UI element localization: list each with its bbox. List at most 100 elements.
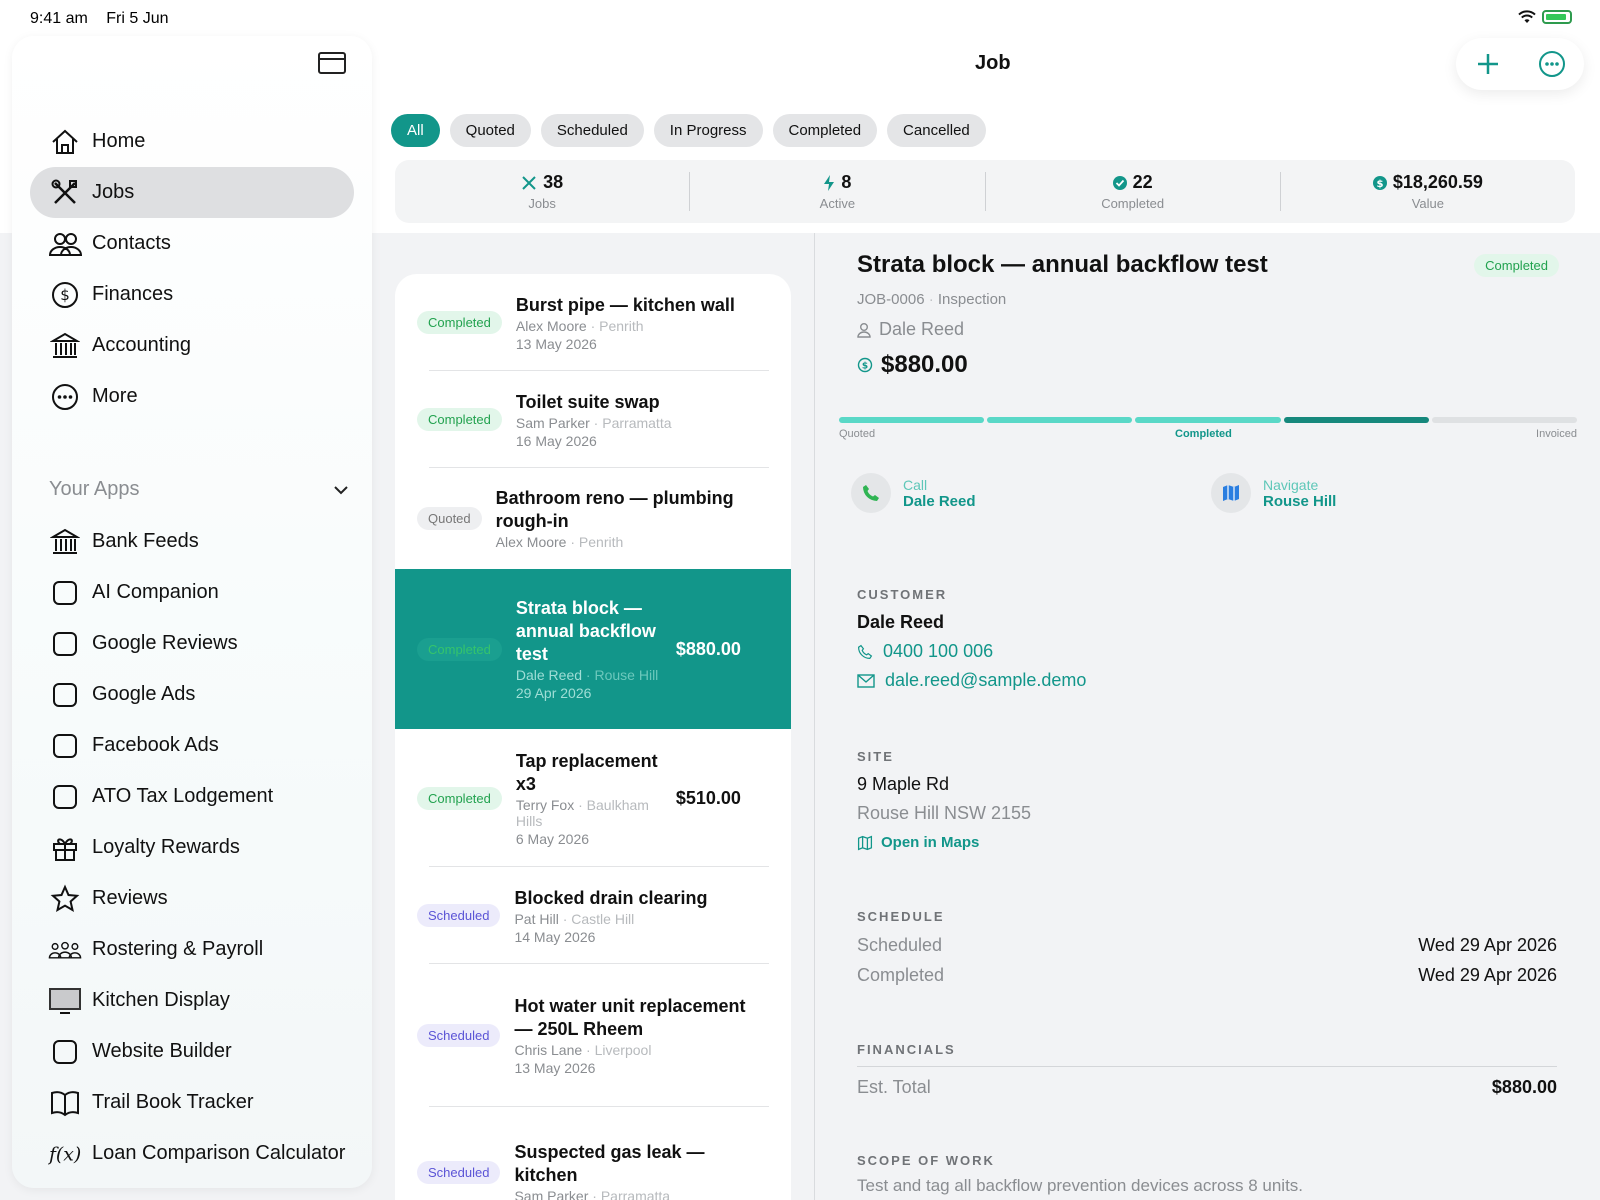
square-icon (48, 576, 82, 610)
sidebar-toggle-icon[interactable] (318, 52, 346, 74)
sidebar-app-rostering-payroll[interactable]: Rostering & Payroll (30, 924, 354, 975)
job-info: Strata block — annual backflow test Dale … (516, 597, 666, 701)
dollar-icon: $ (48, 278, 82, 312)
navigate-label: Navigate (1263, 476, 1319, 493)
sidebar: Home Jobs Contacts $ Finances Accounting… (12, 36, 372, 1188)
sidebar-app-reviews[interactable]: Reviews (30, 873, 354, 924)
scope-text: Test and tag all backflow prevention dev… (857, 1176, 1304, 1195)
job-title: Strata block — annual backflow test (515, 598, 656, 664)
site-section: SITE 9 Maple Rd Rouse Hill NSW 2155 Open… (857, 749, 1557, 851)
job-title: Bathroom reno — plumbing rough-in (495, 488, 734, 531)
job-row[interactable]: Scheduled Blocked drain clearing Pat Hill … (395, 867, 791, 964)
sidebar-app-bank-feeds[interactable]: Bank Feeds (30, 516, 354, 567)
sidebar-item-contacts[interactable]: Contacts (30, 218, 354, 269)
your-apps-header[interactable]: Your Apps (49, 478, 349, 501)
tools-icon (522, 175, 536, 190)
shield-icon (48, 1188, 82, 1189)
call-button[interactable]: Call Dale Reed (851, 473, 1211, 513)
sidebar-item-accounting[interactable]: Accounting (30, 320, 354, 371)
customer-phone-link[interactable]: 0400 100 006 (857, 641, 1557, 662)
job-person: Terry Fox (515, 796, 575, 813)
job-row[interactable]: Completed Toilet suite swap Sam Parker · P… (395, 371, 791, 468)
open-in-maps-link[interactable]: Open in Maps (857, 834, 1557, 851)
phone-icon (857, 644, 873, 659)
sidebar-app-ato-tax-lodgement[interactable]: ATO Tax Lodgement (30, 771, 354, 822)
add-icon[interactable] (1475, 51, 1501, 77)
sidebar-nav: Home Jobs Contacts $ Finances Accounting… (30, 116, 354, 422)
sidebar-item-more[interactable]: More (30, 371, 354, 422)
filter-chip-completed[interactable]: Completed (772, 114, 878, 147)
sidebar-app-facebook-ads[interactable]: Facebook Ads (30, 720, 354, 771)
stat-jobs: 38 Jobs (395, 172, 691, 211)
sidebar-item-home[interactable]: Home (30, 116, 354, 167)
customer-email: dale.reed@sample.demo (885, 670, 1087, 690)
job-title: Burst pipe — kitchen wall (515, 294, 735, 315)
sidebar-app-kitchen-display[interactable]: Kitchen Display (30, 975, 354, 1026)
sidebar-app-loyalty-rewards[interactable]: Loyalty Rewards (30, 822, 354, 873)
customer-email-link[interactable]: dale.reed@sample.demo (857, 670, 1557, 691)
chevron-down-icon (334, 485, 348, 494)
sidebar-item-jobs[interactable]: Jobs (30, 167, 354, 218)
sidebar-item-label: Home (92, 130, 146, 152)
job-person: Alex Moore (495, 534, 567, 550)
check-icon (1112, 175, 1127, 190)
filter-chip-cancelled[interactable]: Cancelled (887, 114, 986, 147)
sidebar-item-label: Contacts (92, 232, 171, 254)
sidebar-item-finances[interactable]: $ Finances (30, 269, 354, 320)
job-meta: JOB-0006 · Inspection (857, 291, 1007, 308)
job-row[interactable]: Completed Burst pipe — kitchen wall Alex M… (395, 274, 791, 371)
more-options-icon[interactable] (1538, 50, 1566, 78)
job-subtitle: Alex Moore · Penrith (495, 534, 624, 550)
sidebar-app-trail-book-tracker[interactable]: Trail Book Tracker (30, 1077, 354, 1128)
progress-segment (987, 417, 1133, 423)
status-badge: Completed (417, 786, 502, 810)
people-icon (48, 933, 82, 967)
filter-chip-in-progress[interactable]: In Progress (653, 114, 763, 147)
sidebar-app-website-builder[interactable]: Website Builder (30, 1026, 354, 1077)
person-name: Dale Reed (879, 319, 965, 339)
navigate-button[interactable]: Navigate Rouse Hill (1211, 473, 1571, 513)
filter-chip-all[interactable]: All (391, 114, 440, 147)
job-progress (839, 417, 1578, 423)
financials-section: FINANCIALS Est. Total $880.00 (857, 1042, 1557, 1102)
sidebar-app-google-ads[interactable]: Google Ads (30, 669, 354, 720)
job-location: Parramatta (600, 1187, 671, 1200)
job-row[interactable]: Scheduled Hot water unit replacement — 25… (395, 964, 791, 1107)
svg-text:$: $ (862, 362, 868, 372)
scope-section: SCOPE OF WORK Test and tag all backflow … (857, 1153, 1557, 1196)
pane-divider (814, 233, 815, 1200)
customer-name: Dale Reed (857, 612, 945, 632)
job-row[interactable]: Completed Tap replacement x3 Terry Fox · B… (395, 729, 791, 867)
sidebar-item-label: Google Ads (92, 683, 196, 705)
person-icon (857, 322, 871, 338)
job-info: Blocked drain clearing Pat Hill · Castle … (514, 887, 764, 945)
filter-chip-scheduled[interactable]: Scheduled (540, 114, 644, 147)
job-title: Hot water unit replacement — 250L Rheem (514, 996, 746, 1039)
stat-active: 8 Active (690, 172, 986, 211)
job-list: Completed Burst pipe — kitchen wall Alex M… (395, 274, 791, 1200)
sidebar-app-ai-companion[interactable]: AI Companion (30, 567, 354, 618)
section-heading: SCOPE OF WORK (857, 1153, 995, 1168)
sidebar-app-google-reviews[interactable]: Google Reviews (30, 618, 354, 669)
job-row[interactable]: Quoted Bathroom reno — plumbing rough-in A… (395, 468, 791, 569)
sidebar-item-label: Trail Book Tracker (92, 1091, 254, 1113)
navigate-place: Rouse Hill (1263, 492, 1337, 510)
sidebar-app-bid-compliance-pack[interactable]: BID Compliance Pack (30, 1179, 354, 1188)
job-date: 14 May 2026 (514, 928, 596, 945)
open-in-maps-label: Open in Maps (881, 834, 980, 851)
filter-chip-quoted[interactable]: Quoted (449, 114, 531, 147)
progress-segment (1431, 417, 1578, 423)
amount-value: $880.00 (881, 351, 968, 378)
status-icons (1518, 10, 1572, 24)
sidebar-app-loan-comparison-calculator[interactable]: f(x) Loan Comparison Calculator (30, 1128, 354, 1179)
job-location: Castle Hill (571, 910, 635, 927)
sidebar-item-label: Rostering & Payroll (92, 938, 264, 960)
header-actions (1456, 38, 1584, 90)
job-date: 6 May 2026 (515, 830, 590, 847)
job-row[interactable]: Completed Strata block — annual backflow … (395, 569, 791, 729)
section-heading: CUSTOMER (857, 587, 948, 602)
sidebar-item-label: Google Reviews (92, 632, 238, 654)
status-badge: Completed (1474, 254, 1559, 277)
job-row[interactable]: Scheduled Suspected gas leak — kitchen Sam… (395, 1107, 791, 1200)
sidebar-item-label: Finances (92, 283, 174, 305)
